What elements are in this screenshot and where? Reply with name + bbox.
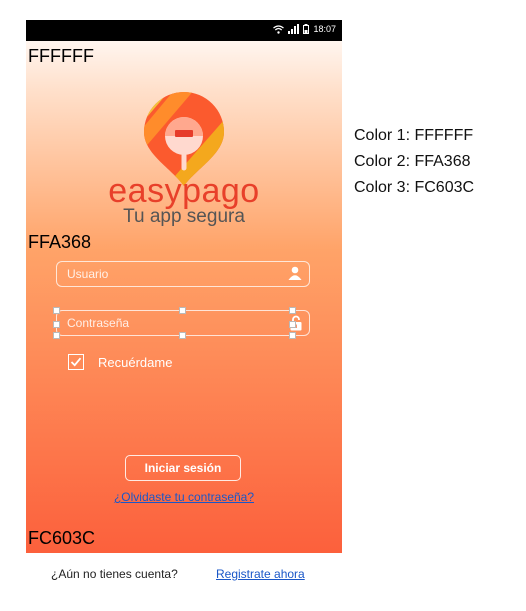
password-field[interactable] [53,307,310,339]
selection-handle [289,332,296,339]
selection-handle [179,332,186,339]
status-time: 18:07 [313,24,336,34]
user-icon [288,266,302,283]
check-icon [70,357,82,367]
legend-color-2: Color 2: FFA368 [354,153,471,170]
remember-label: Recuérdame [98,354,173,370]
wifi-icon [273,24,285,34]
status-bar: 18:07 [26,20,342,41]
login-button[interactable]: Iniciar sesión [125,455,241,481]
selection-handle [289,307,296,314]
login-screen: 18:07 FFFFFF FFA368 FC603C easypago Tu a… [26,20,342,553]
password-input[interactable] [57,311,277,335]
no-account-text: ¿Aún no tienes cuenta? [51,567,178,581]
brand-name: easypago [108,172,260,210]
selection-handle [53,332,60,339]
brand-tagline: Tu app segura [123,206,245,227]
legend-color-3: Color 3: FC603C [354,179,475,196]
remember-checkbox[interactable] [68,354,84,370]
username-field[interactable] [56,261,310,287]
legend-color-1: Color 1: FFFFFF [354,127,474,144]
color-legend: Color 1: FFFFFF Color 2: FFA368 Color 3:… [354,123,474,201]
selection-handle [289,321,296,328]
palette-label-bottom: FC603C [28,528,96,548]
register-link[interactable]: Registrate ahora [216,567,305,581]
signal-icon [288,24,300,34]
username-input[interactable] [57,262,277,286]
battery-icon [303,24,310,34]
palette-label-top: FFFFFF [28,46,94,66]
remember-me[interactable]: Recuérdame [68,354,172,370]
selection-handle [53,307,60,314]
selection-handle [53,321,60,328]
selection-handle [179,307,186,314]
palette-label-middle: FFA368 [28,232,92,252]
forgot-password-link[interactable]: ¿Olvidaste tu contraseña? [26,490,342,504]
